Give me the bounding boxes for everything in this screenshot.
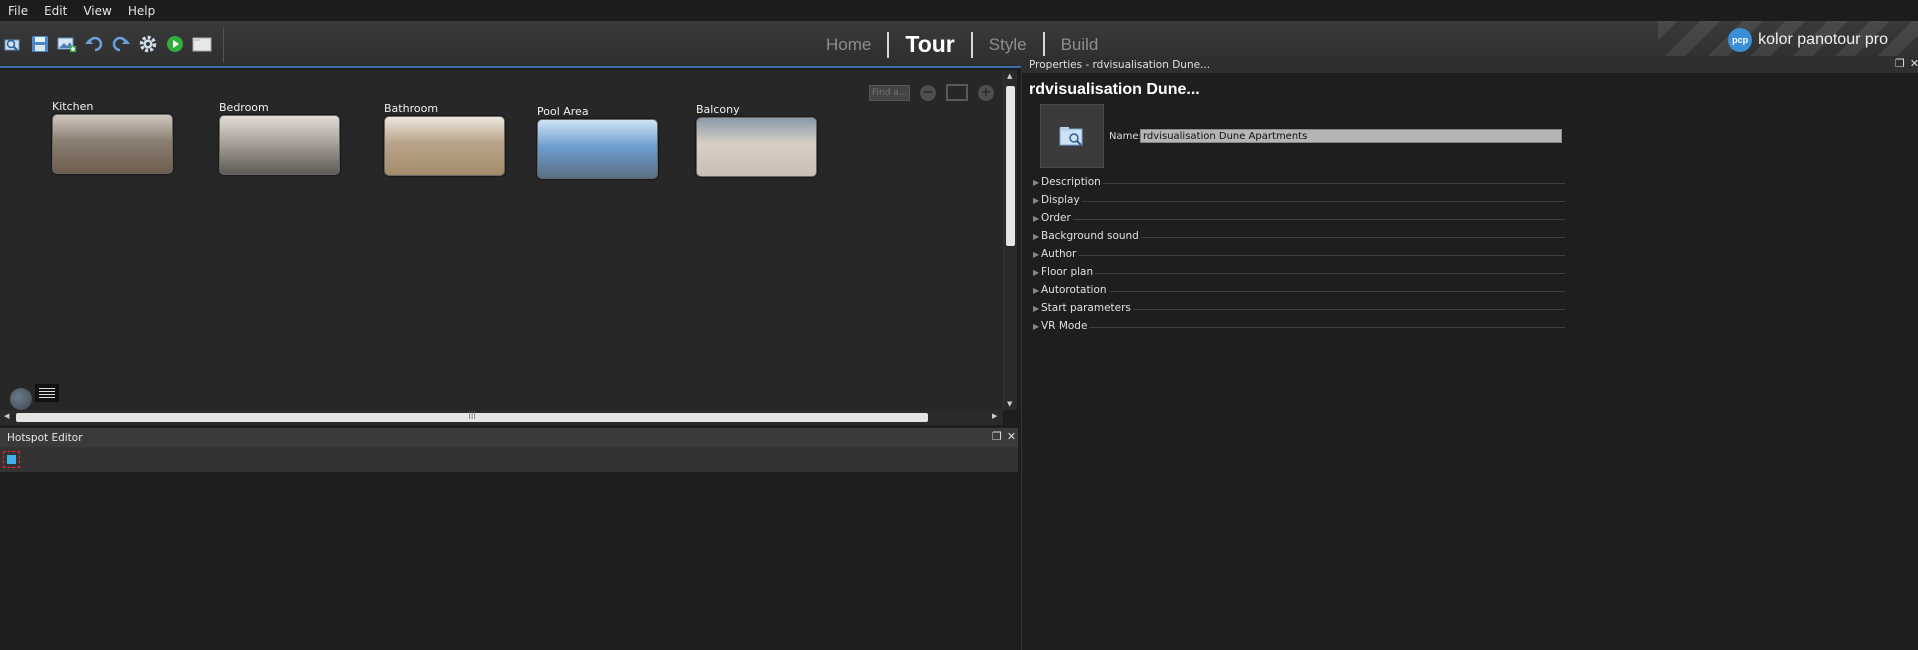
vertical-scrollbar[interactable]: ▲ ▼	[1003, 70, 1017, 410]
expand-arrow-icon: ▶	[1033, 213, 1040, 223]
scroll-grip-icon: |||	[468, 410, 477, 419]
preview-play-icon[interactable]	[164, 33, 186, 55]
panorama-thumbnail[interactable]	[384, 116, 505, 176]
add-panorama-icon[interactable]	[56, 33, 78, 55]
hotspot-select-tool-icon[interactable]	[3, 451, 20, 468]
expand-arrow-icon: ▶	[1033, 249, 1040, 259]
scroll-left-arrow-icon[interactable]: ◀	[4, 412, 9, 420]
scroll-up-arrow-icon[interactable]: ▲	[1007, 72, 1012, 80]
undo-icon[interactable]	[83, 33, 105, 55]
panorama-label: Kitchen	[52, 100, 94, 113]
panorama-label: Balcony	[696, 103, 740, 116]
hotspot-editor-area[interactable]	[0, 472, 1018, 650]
section-vr-mode[interactable]: ▶ VR Mode	[1033, 317, 1565, 335]
scroll-right-arrow-icon[interactable]: ▶	[992, 412, 997, 420]
panorama-bedroom[interactable]: Bedroom	[219, 101, 340, 175]
section-description[interactable]: ▶ Description	[1033, 173, 1565, 191]
list-view-icon[interactable]	[35, 384, 59, 402]
panorama-label: Bedroom	[219, 101, 269, 114]
zoom-out-icon[interactable]: −	[920, 84, 936, 101]
panorama-balcony[interactable]: Balcony	[696, 103, 817, 177]
brand: pcp kolor panotour pro	[1728, 28, 1888, 52]
project-heading: rdvisualisation Dune...	[1029, 81, 1200, 98]
tab-style[interactable]: Style	[973, 35, 1043, 55]
save-icon[interactable]	[29, 33, 51, 55]
tour-canvas[interactable]: − + Kitchen Bedroom Bathroom Pool Area B…	[0, 70, 1003, 415]
restore-icon[interactable]: ❐	[992, 430, 1002, 443]
menu-help[interactable]: Help	[120, 4, 163, 18]
panorama-label: Pool Area	[537, 105, 589, 118]
panorama-bathroom[interactable]: Bathroom	[384, 102, 505, 176]
expand-arrow-icon: ▶	[1033, 231, 1040, 241]
scroll-down-arrow-icon[interactable]: ▼	[1007, 400, 1012, 408]
horizontal-scrollbar[interactable]: ◀ ||| ▶	[0, 410, 1003, 425]
find-input[interactable]	[869, 84, 910, 101]
expand-arrow-icon: ▶	[1033, 195, 1040, 205]
globe-icon[interactable]	[10, 388, 32, 410]
panorama-thumbnail[interactable]	[219, 115, 340, 175]
properties-title: Properties - rdvisualisation Dune...	[1029, 58, 1211, 71]
property-sections: ▶ Description ▶ Display ▶ Order ▶ Background…	[1033, 173, 1565, 335]
panorama-thumbnail[interactable]	[52, 114, 173, 174]
menu-edit[interactable]: Edit	[36, 4, 75, 18]
menu-view[interactable]: View	[75, 4, 119, 18]
hotspot-toolbar	[0, 447, 1018, 472]
close-icon[interactable]: ✕	[1910, 57, 1918, 70]
project-folder-icon	[1059, 127, 1083, 146]
close-icon[interactable]: ✕	[1007, 430, 1016, 443]
menu-file[interactable]: File	[0, 4, 36, 18]
open-project-icon[interactable]	[2, 33, 24, 55]
expand-arrow-icon: ▶	[1033, 177, 1040, 187]
properties-panel: Properties - rdvisualisation Dune... ❐ ✕…	[1021, 56, 1918, 650]
canvas-controls: − +	[869, 84, 994, 101]
panorama-kitchen[interactable]: Kitchen	[52, 100, 173, 174]
vertical-scroll-thumb[interactable]	[1006, 86, 1015, 246]
redo-icon[interactable]	[110, 33, 132, 55]
section-order[interactable]: ▶ Order	[1033, 209, 1565, 227]
restore-icon[interactable]: ❐	[1895, 57, 1905, 70]
fit-view-icon[interactable]	[946, 84, 968, 101]
expand-arrow-icon: ▶	[1033, 267, 1040, 277]
project-name-field[interactable]	[1140, 129, 1562, 143]
folder-icon[interactable]	[191, 33, 213, 55]
panorama-label: Bathroom	[384, 102, 439, 115]
section-author[interactable]: ▶ Author	[1033, 245, 1565, 263]
hotspot-editor-title: Hotspot Editor	[7, 431, 83, 444]
hotspot-editor-titlebar: Hotspot Editor ❐ ✕	[0, 428, 1018, 447]
section-display[interactable]: ▶ Display	[1033, 191, 1565, 209]
properties-titlebar: Properties - rdvisualisation Dune... ❐ ✕	[1022, 56, 1918, 73]
project-thumbnail[interactable]	[1040, 104, 1104, 168]
tab-tour[interactable]: Tour	[889, 31, 970, 58]
panotour-logo-icon: pcp	[1728, 28, 1753, 52]
settings-icon[interactable]	[137, 33, 159, 55]
name-label: Name:	[1109, 131, 1142, 142]
section-background-sound[interactable]: ▶ Background sound	[1033, 227, 1565, 245]
panorama-thumbnail[interactable]	[537, 119, 658, 179]
expand-arrow-icon: ▶	[1033, 285, 1040, 295]
expand-arrow-icon: ▶	[1033, 321, 1040, 331]
menu-bar: File Edit View Help	[0, 0, 1918, 21]
toolbar-divider	[223, 27, 224, 63]
zoom-in-icon[interactable]: +	[978, 84, 994, 101]
tab-home[interactable]: Home	[810, 35, 887, 55]
expand-arrow-icon: ▶	[1033, 303, 1040, 313]
brand-name: kolor panotour pro	[1758, 31, 1888, 48]
section-start-parameters[interactable]: ▶ Start parameters	[1033, 299, 1565, 317]
tab-build[interactable]: Build	[1045, 35, 1115, 55]
section-floor-plan[interactable]: ▶ Floor plan	[1033, 263, 1565, 281]
panorama-pool-area[interactable]: Pool Area	[537, 105, 658, 179]
section-autorotation[interactable]: ▶ Autorotation	[1033, 281, 1565, 299]
panorama-thumbnail[interactable]	[696, 117, 817, 177]
